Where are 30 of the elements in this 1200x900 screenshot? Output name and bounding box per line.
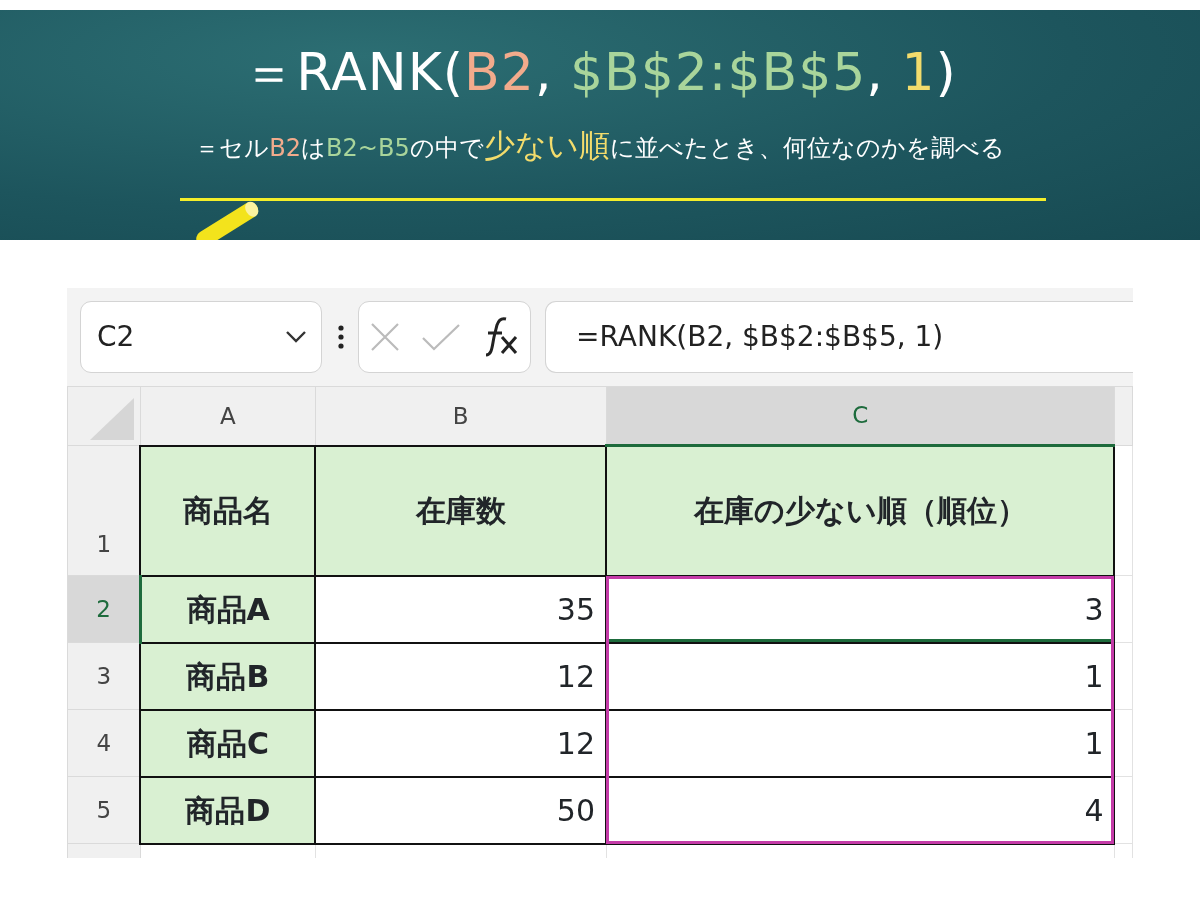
row-header[interactable]: 1	[67, 445, 141, 576]
chevron-down-icon[interactable]	[285, 330, 307, 344]
more-icon[interactable]	[338, 324, 344, 350]
table-cell: 1	[606, 642, 1115, 710]
row-header[interactable]: 3	[67, 642, 141, 710]
name-box[interactable]: C2	[80, 301, 322, 373]
table-cell: 35	[315, 575, 606, 643]
column-header[interactable]: B	[315, 386, 606, 446]
formula-field[interactable]: =RANK(B2, $B$2:$B$5, 1)	[545, 301, 1133, 373]
table-cell: 商品C	[140, 709, 316, 777]
column-header[interactable]: C	[606, 386, 1115, 446]
table-cell: 1	[606, 709, 1115, 777]
table-cell: 3	[606, 575, 1115, 643]
column-header[interactable]: A	[140, 386, 316, 446]
table-cell: 50	[315, 776, 606, 844]
table-cell: 12	[315, 709, 606, 777]
table-cell: 商品D	[140, 776, 316, 844]
table-cell: 商品B	[140, 642, 316, 710]
row-header[interactable]: 5	[67, 776, 141, 844]
header-cell: 商品名	[140, 445, 316, 576]
check-icon[interactable]	[421, 322, 462, 352]
explanation-text: ＝セルB2は B2~B5の中で少ない順に並べたとき、何位なのかを調べる	[194, 128, 1006, 163]
formula-title: ＝RANK(B2, $B$2:$B$5, 1)	[242, 41, 958, 98]
header-cell: 在庫数	[315, 445, 606, 576]
table-cell: 12	[315, 642, 606, 710]
row-header[interactable]: 4	[67, 709, 141, 777]
table-cell: 商品A	[140, 575, 316, 643]
header-cell: 在庫の少ない順（順位）	[606, 445, 1115, 576]
row-header[interactable]: 2	[67, 575, 141, 643]
table-cell: 4	[606, 776, 1115, 844]
